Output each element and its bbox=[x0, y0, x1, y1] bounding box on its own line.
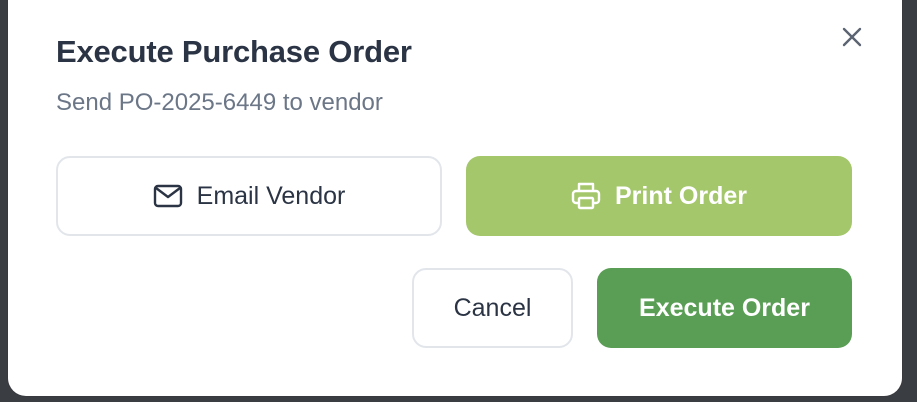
email-vendor-button[interactable]: Email Vendor bbox=[56, 156, 442, 236]
execute-order-button[interactable]: Execute Order bbox=[597, 268, 852, 348]
print-order-button[interactable]: Print Order bbox=[466, 156, 852, 236]
execute-order-dialog: Execute Purchase Order Send PO-2025-6449… bbox=[8, 0, 902, 396]
close-icon bbox=[841, 26, 863, 48]
dialog-subtitle: Send PO-2025-6449 to vendor bbox=[56, 89, 383, 116]
printer-icon bbox=[571, 182, 601, 210]
email-vendor-label: Email Vendor bbox=[196, 181, 346, 210]
mail-icon bbox=[153, 184, 183, 208]
cancel-label: Cancel bbox=[453, 293, 532, 322]
execute-order-label: Execute Order bbox=[639, 293, 810, 322]
dialog-title: Execute Purchase Order bbox=[56, 34, 412, 69]
close-button[interactable] bbox=[839, 24, 865, 50]
print-order-label: Print Order bbox=[615, 181, 747, 210]
cancel-button[interactable]: Cancel bbox=[412, 268, 573, 348]
